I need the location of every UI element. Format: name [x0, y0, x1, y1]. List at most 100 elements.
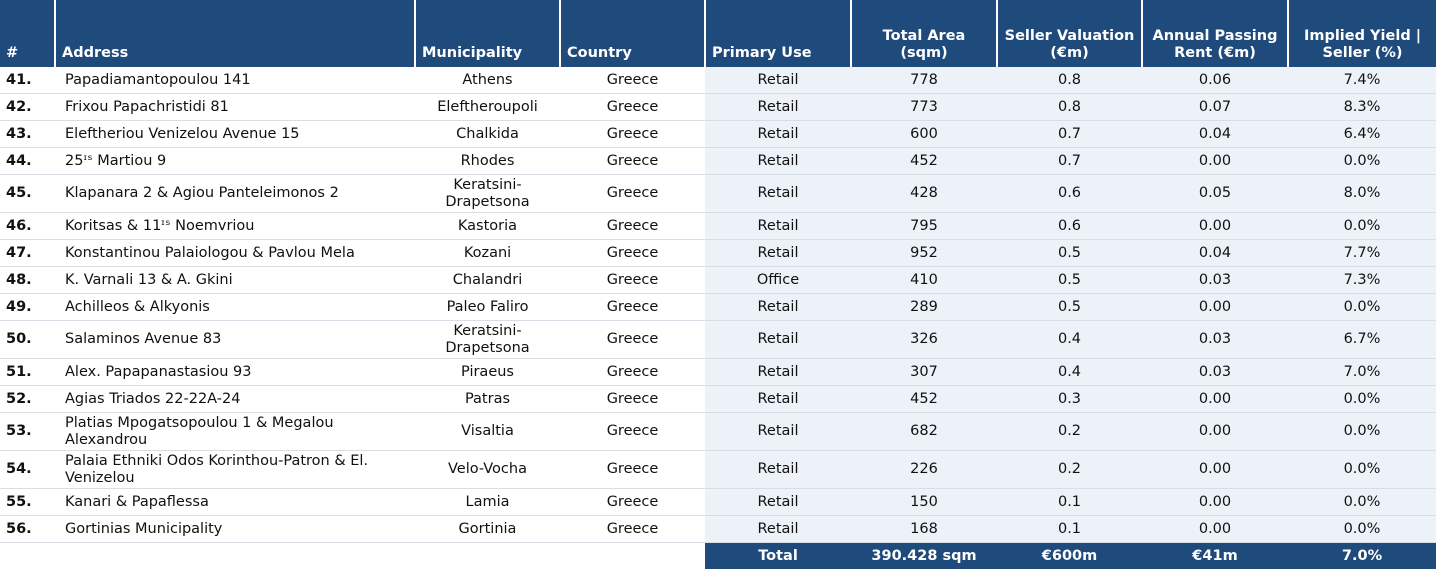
- row-number: 49.: [0, 294, 55, 321]
- total-row-spacer: [415, 543, 560, 569]
- row-passing-rent: 0.04: [1142, 240, 1288, 267]
- row-primary-use: Retail: [705, 67, 851, 94]
- row-total-area: 773: [851, 94, 997, 121]
- row-address: Salaminos Avenue 83: [55, 321, 415, 359]
- row-number: 51.: [0, 359, 55, 386]
- row-implied-yield: 0.0%: [1288, 386, 1436, 413]
- row-address: Agias Triados 22-22A-24: [55, 386, 415, 413]
- row-country: Greece: [560, 240, 705, 267]
- row-municipality: Kozani: [415, 240, 560, 267]
- row-country: Greece: [560, 94, 705, 121]
- row-address: Alex. Papapanastasiou 93: [55, 359, 415, 386]
- table-row: 50.Salaminos Avenue 83Keratsini-Drapetso…: [0, 321, 1436, 359]
- row-total-area: 452: [851, 386, 997, 413]
- table-row: 43.Eleftheriou Venizelou Avenue 15Chalki…: [0, 121, 1436, 148]
- total-row: Total390.428 sqm€600m€41m7.0%: [0, 543, 1436, 569]
- row-country: Greece: [560, 516, 705, 543]
- table-row: 41.Papadiamantopoulou 141AthensGreeceRet…: [0, 67, 1436, 94]
- row-country: Greece: [560, 148, 705, 175]
- header-total-area: Total Area (sqm): [851, 0, 997, 67]
- total-yield: 7.0%: [1288, 543, 1436, 569]
- row-total-area: 952: [851, 240, 997, 267]
- table-row: 48.K. Varnali 13 & A. GkiniChalandriGree…: [0, 267, 1436, 294]
- row-number: 52.: [0, 386, 55, 413]
- row-passing-rent: 0.00: [1142, 294, 1288, 321]
- row-seller-valuation: 0.4: [997, 321, 1142, 359]
- row-implied-yield: 0.0%: [1288, 148, 1436, 175]
- row-passing-rent: 0.06: [1142, 67, 1288, 94]
- row-passing-rent: 0.03: [1142, 359, 1288, 386]
- row-municipality: Lamia: [415, 489, 560, 516]
- row-primary-use: Retail: [705, 175, 851, 213]
- table-row: 46.Koritsas & 11ᶦˢ NoemvriouKastoriaGree…: [0, 213, 1436, 240]
- row-number: 50.: [0, 321, 55, 359]
- total-row-spacer: [55, 543, 415, 569]
- header-row: # Address Municipality Country Primary U…: [0, 0, 1436, 67]
- row-number: 45.: [0, 175, 55, 213]
- row-municipality: Patras: [415, 386, 560, 413]
- row-passing-rent: 0.00: [1142, 148, 1288, 175]
- row-address: Achilleos & Alkyonis: [55, 294, 415, 321]
- table-row: 54.Palaia Ethniki Odos Korinthou-Patron …: [0, 451, 1436, 489]
- row-number: 55.: [0, 489, 55, 516]
- row-country: Greece: [560, 451, 705, 489]
- row-implied-yield: 8.0%: [1288, 175, 1436, 213]
- total-valuation: €600m: [997, 543, 1142, 569]
- table-row: 52.Agias Triados 22-22A-24PatrasGreeceRe…: [0, 386, 1436, 413]
- row-seller-valuation: 0.6: [997, 213, 1142, 240]
- row-address: Koritsas & 11ᶦˢ Noemvriou: [55, 213, 415, 240]
- row-passing-rent: 0.00: [1142, 451, 1288, 489]
- row-primary-use: Retail: [705, 413, 851, 451]
- row-seller-valuation: 0.4: [997, 359, 1142, 386]
- table-body: 41.Papadiamantopoulou 141AthensGreeceRet…: [0, 67, 1436, 569]
- table-row: 49.Achilleos & AlkyonisPaleo FaliroGreec…: [0, 294, 1436, 321]
- row-seller-valuation: 0.2: [997, 413, 1142, 451]
- row-municipality: Paleo Faliro: [415, 294, 560, 321]
- row-address: Papadiamantopoulou 141: [55, 67, 415, 94]
- row-passing-rent: 0.03: [1142, 267, 1288, 294]
- row-passing-rent: 0.05: [1142, 175, 1288, 213]
- row-implied-yield: 7.7%: [1288, 240, 1436, 267]
- row-municipality: Athens: [415, 67, 560, 94]
- row-address: K. Varnali 13 & A. Gkini: [55, 267, 415, 294]
- header-passing-rent: Annual Passing Rent (€m): [1142, 0, 1288, 67]
- row-number: 43.: [0, 121, 55, 148]
- row-seller-valuation: 0.6: [997, 175, 1142, 213]
- row-seller-valuation: 0.5: [997, 267, 1142, 294]
- row-municipality: Keratsini-Drapetsona: [415, 175, 560, 213]
- row-passing-rent: 0.00: [1142, 413, 1288, 451]
- row-seller-valuation: 0.2: [997, 451, 1142, 489]
- property-table: # Address Municipality Country Primary U…: [0, 0, 1436, 569]
- row-municipality: Kastoria: [415, 213, 560, 240]
- row-country: Greece: [560, 175, 705, 213]
- row-country: Greece: [560, 359, 705, 386]
- row-country: Greece: [560, 67, 705, 94]
- row-country: Greece: [560, 386, 705, 413]
- row-total-area: 326: [851, 321, 997, 359]
- row-total-area: 307: [851, 359, 997, 386]
- row-country: Greece: [560, 267, 705, 294]
- row-number: 54.: [0, 451, 55, 489]
- row-municipality: Piraeus: [415, 359, 560, 386]
- header-primary-use: Primary Use: [705, 0, 851, 67]
- row-municipality: Gortinia: [415, 516, 560, 543]
- row-primary-use: Retail: [705, 294, 851, 321]
- row-implied-yield: 0.0%: [1288, 451, 1436, 489]
- row-primary-use: Retail: [705, 516, 851, 543]
- row-primary-use: Retail: [705, 121, 851, 148]
- row-primary-use: Retail: [705, 94, 851, 121]
- row-seller-valuation: 0.7: [997, 121, 1142, 148]
- row-passing-rent: 0.03: [1142, 321, 1288, 359]
- total-rent: €41m: [1142, 543, 1288, 569]
- row-implied-yield: 0.0%: [1288, 413, 1436, 451]
- row-country: Greece: [560, 213, 705, 240]
- table-row: 42.Frixou Papachristidi 81Eleftheroupoli…: [0, 94, 1436, 121]
- row-primary-use: Retail: [705, 148, 851, 175]
- table-row: 47.Konstantinou Palaiologou & Pavlou Mel…: [0, 240, 1436, 267]
- row-number: 48.: [0, 267, 55, 294]
- row-municipality: Chalandri: [415, 267, 560, 294]
- row-seller-valuation: 0.3: [997, 386, 1142, 413]
- total-label: Total: [705, 543, 851, 569]
- row-seller-valuation: 0.1: [997, 516, 1142, 543]
- property-table-page: # Address Municipality Country Primary U…: [0, 0, 1452, 568]
